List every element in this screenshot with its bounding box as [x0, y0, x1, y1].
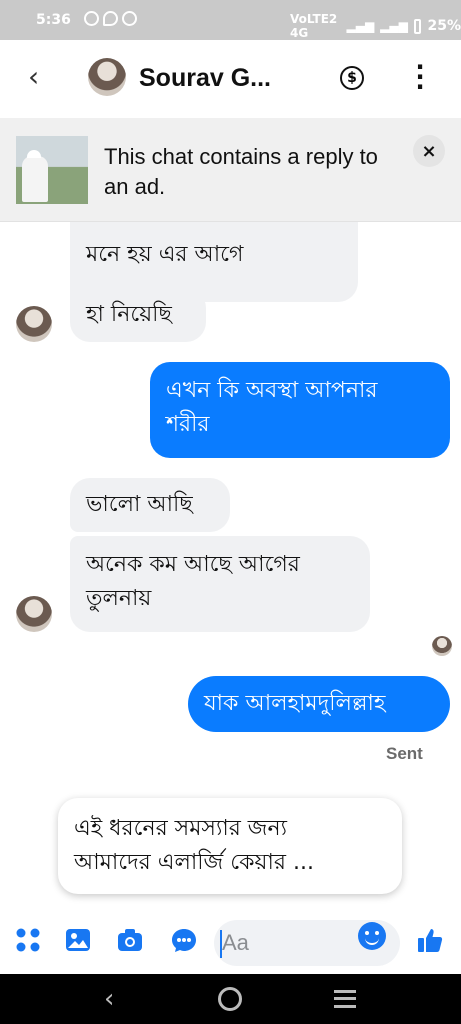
- message-text: মনে হয় এর আগে: [86, 242, 244, 267]
- message-text: তুলনায়: [86, 586, 152, 611]
- status-time: 5:36: [36, 12, 71, 28]
- message-outgoing[interactable]: এখন কি অবস্থা আপনার শরীর: [150, 362, 450, 458]
- status-right: VoLTE2 4G ▂▄▆ ▂▄▆ 25%: [290, 12, 461, 40]
- contact-avatar[interactable]: [88, 58, 126, 96]
- message-text: এখন কি অবস্থা আপনার: [166, 378, 378, 403]
- nav-back-icon[interactable]: ‹: [104, 984, 114, 1014]
- sender-avatar[interactable]: [16, 306, 52, 342]
- chat-header: ‹ Sourav G... $ · · ·: [0, 40, 461, 118]
- message-text: ভালো আছি: [86, 492, 193, 517]
- system-nav-bar: ‹: [0, 974, 461, 1024]
- apps-icon[interactable]: [14, 926, 42, 954]
- read-receipt-avatar: [432, 636, 452, 656]
- suggested-reply-text: আমাদের এলার্জি কেয়ার ...: [74, 850, 314, 875]
- sender-avatar[interactable]: [16, 596, 52, 632]
- network-label: VoLTE2 4G: [290, 12, 338, 40]
- message-outgoing[interactable]: যাক আলহামদুলিল্লাহ: [188, 676, 450, 732]
- sent-status: Sent: [386, 744, 423, 763]
- chat-notification-icon: [103, 11, 118, 26]
- back-icon[interactable]: ‹: [28, 62, 39, 92]
- close-icon[interactable]: ×: [413, 135, 445, 167]
- message-text: হা নিয়েছি: [86, 302, 172, 327]
- message-incoming[interactable]: অনেক কম আছে আগের তুলনায়: [70, 536, 370, 632]
- nav-home-icon[interactable]: [218, 987, 242, 1011]
- suggested-reply-text: এই ধরনের সমস্যার জন্য: [74, 816, 288, 841]
- camera-icon[interactable]: [116, 926, 144, 954]
- like-icon[interactable]: [416, 926, 444, 954]
- ad-thumbnail-cap: [27, 150, 41, 158]
- app-notification-icon: [122, 11, 137, 26]
- more-icon[interactable]: · · ·: [410, 55, 430, 99]
- ad-banner-text: This chat contains a reply to an ad.: [104, 144, 378, 199]
- emoji-icon[interactable]: [358, 922, 386, 950]
- battery-icon: [413, 18, 422, 34]
- message-text: শরীর: [166, 412, 210, 437]
- contact-name[interactable]: Sourav G...: [139, 64, 271, 93]
- message-text: অনেক কম আছে আগের: [86, 552, 300, 577]
- message-composer: Aa: [0, 912, 461, 974]
- message-incoming[interactable]: হা নিয়েছি: [70, 288, 206, 342]
- ad-thumbnail-person: [22, 156, 48, 202]
- app-notification-icon: [84, 11, 99, 26]
- message-list[interactable]: মনে হয় এর আগে হা নিয়েছি এখন কি অবস্থা …: [0, 222, 461, 912]
- nav-recent-apps-icon[interactable]: [334, 990, 356, 1008]
- status-icons: [84, 11, 137, 26]
- message-incoming[interactable]: ভালো আছি: [70, 478, 230, 532]
- ad-thumbnail: [16, 136, 88, 204]
- ad-reply-banner: This chat contains a reply to an ad. ×: [0, 118, 461, 222]
- suggested-reply-card[interactable]: এই ধরনের সমস্যার জন্য আমাদের এলার্জি কেয…: [58, 798, 402, 894]
- status-bar: 5:36 VoLTE2 4G ▂▄▆ ▂▄▆ 25%: [0, 0, 461, 40]
- message-text: যাক আলহামদুলিল্লাহ: [204, 691, 386, 716]
- chat-icon[interactable]: [170, 926, 198, 954]
- image-icon[interactable]: [64, 926, 92, 954]
- payment-icon[interactable]: $: [340, 66, 364, 90]
- battery-level: 25%: [427, 18, 461, 34]
- signal-icon: ▂▄▆: [380, 19, 408, 33]
- signal-icon: ▂▄▆: [346, 19, 375, 33]
- message-input-placeholder: Aa: [222, 930, 249, 955]
